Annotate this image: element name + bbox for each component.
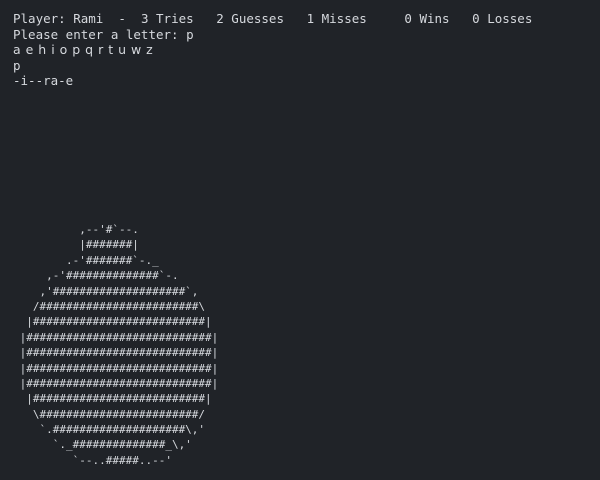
player-label: Player: bbox=[13, 11, 66, 26]
tries-count: 3 Tries bbox=[140, 11, 194, 26]
letter-prompt[interactable]: Please enter a letter: p bbox=[13, 27, 600, 43]
bomb-art-line: `._##############_\,' bbox=[13, 438, 192, 452]
bomb-art-line: /########################\ bbox=[13, 299, 206, 313]
bomb-art-line: `.####################\,' bbox=[13, 423, 206, 437]
last-guess: p bbox=[13, 57, 21, 73]
bomb-art-line: |############################| bbox=[13, 376, 219, 390]
bomb-art-line: |############################| bbox=[13, 330, 219, 344]
bomb-art-line: |#######| bbox=[13, 238, 139, 252]
status-line: Player: Rami - 3 Tries 2 Guesses 1 Misse… bbox=[13, 11, 600, 27]
losses-count: 0 Losses bbox=[472, 11, 533, 26]
bomb-ascii-art: ,--'#`--. |#######| .-'#######`-._ ,-'##… bbox=[13, 222, 219, 468]
prompt-text: Please enter a letter: bbox=[13, 26, 187, 42]
bomb-art-line: |##########################| bbox=[13, 315, 212, 329]
wins-count: 0 Wins bbox=[404, 11, 450, 26]
word-progress: -i--ra-e bbox=[13, 73, 74, 88]
bomb-art-line: |############################| bbox=[13, 361, 219, 375]
terminal-window[interactable]: Player: Rami - 3 Tries 2 Guesses 1 Misse… bbox=[0, 0, 600, 480]
bomb-art-line: ,-'##############`-. bbox=[13, 269, 179, 283]
letters-remaining: a e h i o p q r t u w z bbox=[13, 42, 154, 57]
bomb-art-line: |############################| bbox=[13, 346, 219, 360]
bomb-art-line: ,--'#`--. bbox=[13, 223, 139, 236]
status-separator: - bbox=[118, 11, 126, 26]
bomb-art-line: .-'#######`-._ bbox=[13, 253, 159, 267]
bomb-art-line: \########################/ bbox=[13, 407, 206, 421]
bomb-art-line: `--..#####..--' bbox=[13, 453, 172, 467]
guesses-count: 2 Guesses bbox=[216, 11, 284, 26]
player-name: Rami bbox=[73, 11, 104, 26]
misses-count: 1 Misses bbox=[306, 11, 367, 26]
bomb-art-line: |##########################| bbox=[13, 392, 212, 406]
bomb-art-line: ,'####################`, bbox=[13, 284, 199, 298]
prompt-input[interactable]: p bbox=[186, 27, 194, 42]
